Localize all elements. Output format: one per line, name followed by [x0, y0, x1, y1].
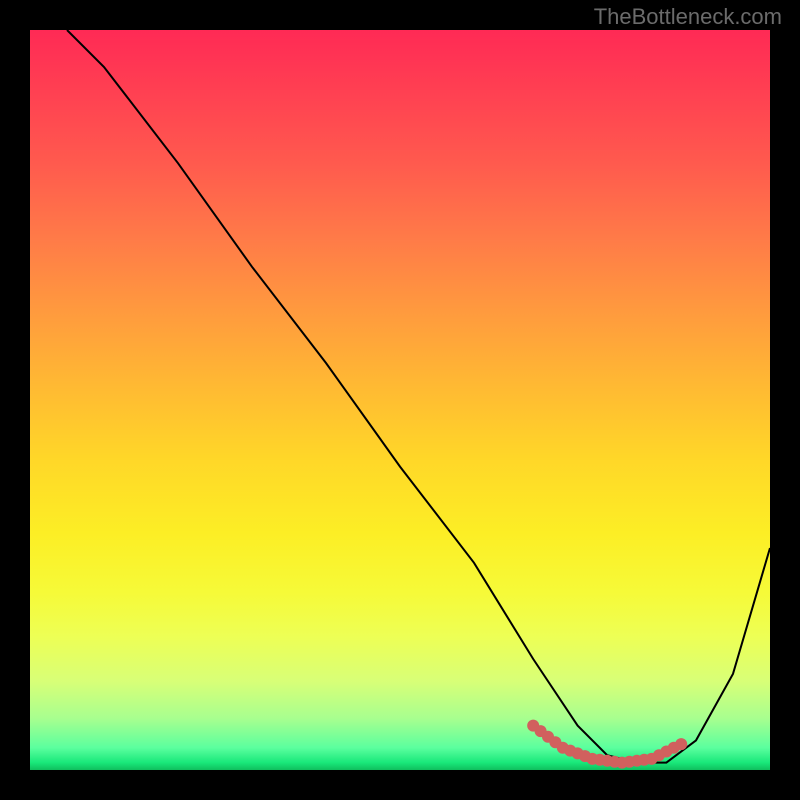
highlight-dots [527, 720, 687, 769]
watermark-text: TheBottleneck.com [594, 4, 782, 30]
chart-svg [30, 30, 770, 770]
chart-plot-area [30, 30, 770, 770]
highlight-dot [675, 738, 687, 750]
main-curve-line [67, 30, 770, 763]
